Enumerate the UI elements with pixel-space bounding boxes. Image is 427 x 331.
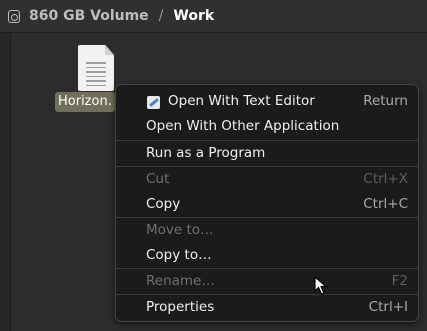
- menu-item-label: Open With Other Application: [146, 118, 340, 134]
- menu-item-open-with-other-application[interactable]: Open With Other Application: [116, 114, 418, 139]
- menu-item-copy[interactable]: Copy Ctrl+C: [116, 192, 418, 217]
- breadcrumb-separator: /: [158, 8, 164, 24]
- menu-item-label: Properties: [146, 299, 215, 315]
- location-bar: 860 GB Volume / Work: [0, 0, 427, 33]
- menu-item-cut: Cut Ctrl+X: [116, 167, 418, 192]
- menu-item-label: Run as a Program: [146, 145, 266, 161]
- menu-item-shortcut: Ctrl+I: [368, 299, 408, 315]
- sidebar-strip: [0, 33, 11, 331]
- menu-item-properties[interactable]: Properties Ctrl+I: [116, 295, 418, 320]
- menu-item-label: Copy to…: [146, 247, 212, 263]
- menu-item-label: Copy: [146, 196, 181, 212]
- menu-item-shortcut: Ctrl+X: [363, 171, 408, 187]
- menu-item-label: Rename…: [146, 273, 215, 289]
- menu-item-label: Move to…: [146, 222, 214, 238]
- drive-icon: [8, 9, 20, 23]
- menu-item-move-to: Move to…: [116, 218, 418, 243]
- context-menu: Open With Text Editor Return Open With O…: [115, 84, 419, 322]
- text-editor-icon: [147, 96, 160, 109]
- menu-item-open-with-text-editor[interactable]: Open With Text Editor Return: [116, 89, 418, 114]
- menu-item-label: Open With Text Editor: [168, 93, 315, 109]
- menu-item-shortcut: Return: [363, 93, 408, 109]
- menu-item-shortcut: Ctrl+C: [363, 196, 408, 212]
- mouse-pointer-icon: [314, 276, 328, 295]
- breadcrumb-current-folder[interactable]: Work: [173, 8, 214, 24]
- menu-item-rename: Rename… F2: [116, 269, 418, 294]
- menu-item-shortcut: F2: [391, 273, 408, 289]
- menu-item-run-as-program[interactable]: Run as a Program: [116, 141, 418, 166]
- text-file-lines: [86, 62, 106, 89]
- menu-item-label: Cut: [146, 171, 170, 187]
- menu-item-copy-to[interactable]: Copy to…: [116, 243, 418, 268]
- breadcrumb-volume[interactable]: 860 GB Volume: [29, 8, 149, 24]
- file-name-label[interactable]: Horizon.: [55, 92, 115, 112]
